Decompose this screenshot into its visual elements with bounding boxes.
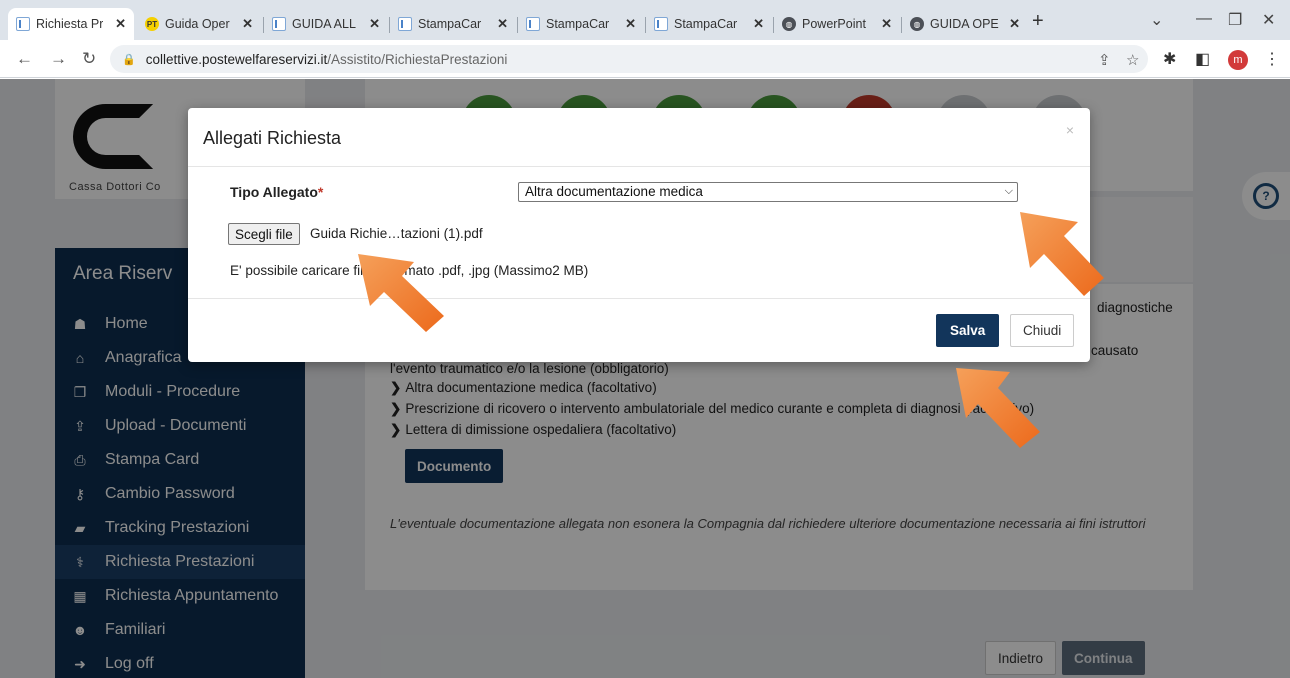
url-field[interactable]: 🔒 collettive.postewelfareservizi.it/Assi… [110,45,1148,73]
browser-tab[interactable]: Richiesta Pr ✕ [8,8,134,40]
tab-separator [901,17,902,33]
tab-label: Richiesta Pr [36,17,104,31]
tab-label: StampaCar [674,17,738,31]
doc-favicon-icon [654,17,668,31]
share-icon[interactable]: ⇪ [1098,51,1111,69]
doc-favicon-icon [398,17,412,31]
selected-file-name: Guida Richie…tazioni (1).pdf [310,226,483,241]
modal-header: Allegati Richiesta × [188,108,1090,167]
tab-label: StampaCar [546,17,610,31]
close-button[interactable]: Chiudi [1010,314,1075,347]
tab-label: PowerPoint [802,17,866,31]
doc-favicon-icon [16,17,30,31]
tab-label: Guida Oper [165,17,230,31]
menu-kebab-icon[interactable]: ⋮ [1264,49,1280,69]
save-button[interactable]: Salva [936,314,1000,347]
doc-favicon-icon [526,17,540,31]
browser-tab[interactable]: StampaCar ✕ [518,8,644,40]
tab-separator [645,17,646,33]
chevron-down-icon: ⌵ [1004,185,1013,197]
tab-close-icon[interactable]: ✕ [877,16,892,32]
tab-separator [773,17,774,33]
browser-tab[interactable]: ◍ GUIDA OPE ✕ [902,8,1028,40]
attachments-modal: Allegati Richiesta × Tipo Allegato* Altr… [188,108,1090,362]
close-window-icon[interactable]: ✕ [1262,10,1275,30]
tab-search-icon[interactable]: ⌄ [1150,10,1163,30]
new-tab-icon[interactable]: + [1032,10,1044,33]
upload-help-text: E' possibile caricare file in formato .p… [230,263,589,278]
tab-label: GUIDA ALL [292,17,356,31]
tab-close-icon[interactable]: ✕ [621,16,636,32]
tab-close-icon[interactable]: ✕ [365,16,380,32]
tab-close-icon[interactable]: ✕ [238,16,253,32]
tab-separator [389,17,390,33]
tab-label: GUIDA OPE [930,17,999,31]
choose-file-button[interactable]: Scegli file [228,223,300,245]
url-path: /Assistito/RichiestaPrestazioni [327,51,508,67]
browser-tab[interactable]: PT Guida Oper ✕ [137,8,261,40]
modal-divider [188,298,1090,299]
tab-close-icon[interactable]: ✕ [1005,16,1020,32]
tab-label: StampaCar [418,17,482,31]
address-bar: ← → ↻ 🔒 collettive.postewelfareservizi.i… [0,40,1290,78]
tab-close-icon[interactable]: ✕ [493,16,508,32]
tab-separator [517,17,518,33]
minimize-icon[interactable]: — [1196,10,1212,28]
back-icon[interactable]: ← [16,49,33,69]
globe-favicon-icon: ◍ [910,17,924,31]
browser-tab[interactable]: StampaCar ✕ [646,8,772,40]
close-icon[interactable]: × [1066,122,1074,138]
lock-icon: 🔒 [122,53,136,66]
tab-close-icon[interactable]: ✕ [111,16,126,32]
maximize-icon[interactable]: ❐ [1228,10,1242,30]
bookmark-star-icon[interactable]: ☆ [1126,51,1139,69]
pt-favicon-icon: PT [145,17,159,31]
browser-tab[interactable]: ◍ PowerPoint ✕ [774,8,900,40]
browser-tab[interactable]: GUIDA ALL ✕ [264,8,388,40]
doc-favicon-icon [272,17,286,31]
forward-icon[interactable]: → [50,49,67,69]
attachment-type-select[interactable]: Altra documentazione medica ⌵ [518,182,1018,202]
browser-tab-bar: Richiesta Pr ✕ PT Guida Oper ✕ GUIDA ALL ✕ Stam… [0,0,1290,40]
extensions-icon[interactable]: ✱ [1163,49,1176,69]
attachment-type-label: Tipo Allegato* [230,184,324,200]
required-mark: * [317,184,324,200]
modal-title: Allegati Richiesta [203,128,342,148]
globe-favicon-icon: ◍ [782,17,796,31]
side-panel-icon[interactable]: ◧ [1195,49,1210,69]
tab-close-icon[interactable]: ✕ [749,16,764,32]
profile-avatar[interactable]: m [1228,50,1248,70]
url-host: collettive.postewelfareservizi.it [145,51,328,67]
browser-tab[interactable]: StampaCar ✕ [390,8,516,40]
tab-separator [263,17,264,33]
reload-icon[interactable]: ↻ [82,49,96,69]
